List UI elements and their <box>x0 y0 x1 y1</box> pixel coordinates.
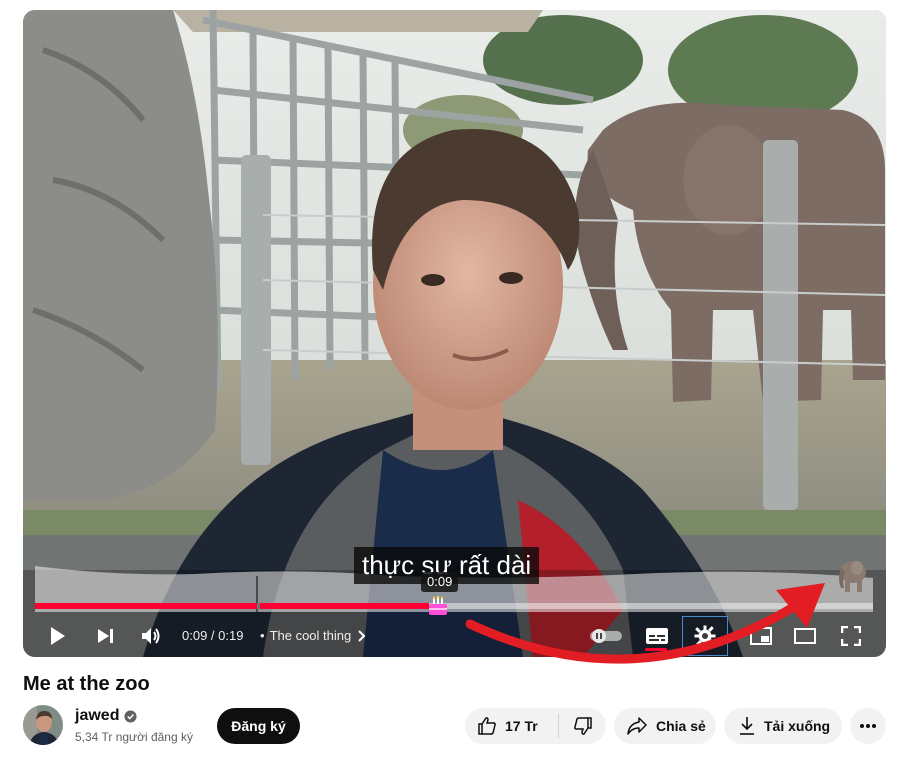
volume-icon <box>142 628 160 644</box>
mute-button[interactable] <box>131 616 171 656</box>
share-icon <box>627 717 647 735</box>
progress-played-fill <box>35 603 429 609</box>
download-label: Tải xuống <box>764 718 831 734</box>
cake-icon[interactable] <box>427 595 449 617</box>
download-icon <box>740 717 754 735</box>
share-label: Chia sẻ <box>656 718 706 734</box>
autoplay-toggle-icon <box>590 629 622 643</box>
thumbs-up-icon <box>478 717 496 735</box>
more-actions-button[interactable] <box>850 708 886 744</box>
subtitles-icon <box>646 628 668 644</box>
subscribe-button[interactable]: Đăng ký <box>217 708 300 744</box>
miniplayer-button[interactable] <box>741 616 781 656</box>
miniplayer-icon <box>750 627 772 645</box>
like-count: 17 Tr <box>505 718 538 734</box>
share-button[interactable]: Chia sẻ <box>614 708 716 744</box>
channel-name[interactable]: jawed <box>75 707 138 725</box>
next-button[interactable] <box>85 616 125 656</box>
current-time: 0:09 <box>182 628 208 643</box>
duration: 0:19 <box>218 628 244 643</box>
chapter-marker <box>257 603 260 609</box>
more-horizontal-icon <box>860 724 876 728</box>
settings-icon <box>694 625 716 647</box>
autoplay-toggle[interactable] <box>583 616 629 656</box>
player-controls: 0:09 / 0:19 • The cool thing <box>23 616 886 656</box>
channel-name-text: jawed <box>75 707 120 724</box>
video-title: Me at the zoo <box>23 673 150 695</box>
chapter-bullet: • <box>260 628 265 643</box>
avatar[interactable] <box>23 705 63 745</box>
thumbs-down-icon <box>573 717 592 735</box>
fullscreen-icon <box>841 626 861 646</box>
like-button[interactable]: 17 Tr <box>465 708 558 744</box>
channel-avatar-image <box>23 705 63 745</box>
like-dislike-group: 17 Tr <box>465 708 606 744</box>
dislike-button[interactable] <box>559 708 606 744</box>
subscriber-count: 5,34 Tr người đăng ký <box>75 730 193 744</box>
chapter-button[interactable]: • The cool thing <box>260 616 366 656</box>
elephant-icon <box>839 561 866 592</box>
time-separator: / <box>207 628 219 643</box>
play-icon <box>51 627 65 645</box>
chevron-right-icon <box>358 630 366 642</box>
download-button[interactable]: Tải xuống <box>724 708 842 744</box>
settings-button[interactable] <box>683 616 727 656</box>
subtitles-active-indicator <box>645 648 667 651</box>
fullscreen-button[interactable] <box>831 616 871 656</box>
video-player[interactable]: thực sự rất dài 0:09 0:09 / 0:19 • The c… <box>23 10 886 657</box>
chapter-title: The cool thing <box>269 628 352 643</box>
time-display: 0:09 / 0:19 <box>182 616 243 656</box>
theater-icon <box>794 628 816 644</box>
seek-time-tooltip: 0:09 <box>421 572 459 592</box>
next-icon <box>98 629 113 643</box>
progress-bar[interactable] <box>35 603 873 609</box>
verified-icon <box>124 709 138 723</box>
theater-mode-button[interactable] <box>785 616 825 656</box>
play-button[interactable] <box>37 616 77 656</box>
